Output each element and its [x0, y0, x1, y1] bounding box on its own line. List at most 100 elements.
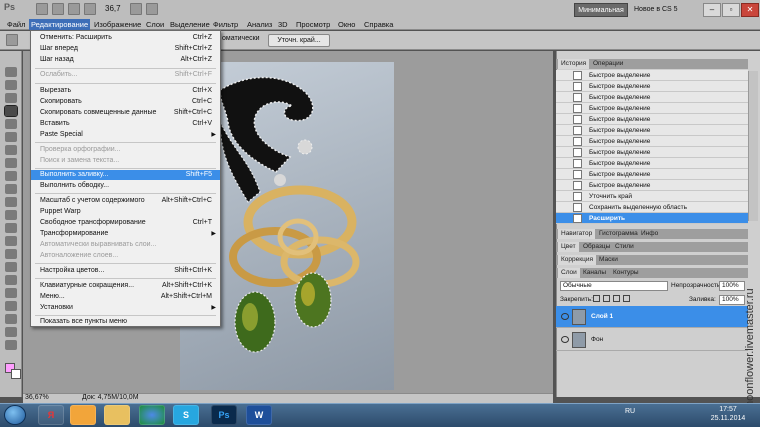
fill-input[interactable]: 100%	[719, 295, 745, 305]
menu-3d[interactable]: 3D	[276, 19, 290, 30]
menu-item-stroke[interactable]: Выполнить обводку...	[31, 181, 220, 191]
menu-item-keyboard-shortcuts[interactable]: Клавиатурные сокращения... Alt+Shift+Ctrl…	[31, 281, 220, 291]
quick-selection-preset-icon[interactable]	[6, 34, 18, 46]
shape-tool-icon[interactable]	[5, 288, 17, 298]
lock-position-icon[interactable]	[613, 295, 620, 302]
menu-item-paste[interactable]: Вставить Ctrl+V	[31, 119, 220, 129]
skype-icon[interactable]: S	[173, 405, 199, 425]
menu-item-copy-merged[interactable]: Скопировать совмещенные данные Shift+Ctrl…	[31, 108, 220, 118]
menu-item-free-transform[interactable]: Свободное трансформирование Ctrl+T	[31, 218, 220, 228]
healing-brush-tool-icon[interactable]	[5, 145, 17, 155]
menu-item-show-all-menu-items[interactable]: Показать все пункты меню	[31, 317, 220, 327]
bridge-icon[interactable]	[36, 3, 48, 15]
visibility-eye-icon[interactable]	[561, 336, 569, 343]
word-icon[interactable]: W	[246, 405, 272, 425]
quick-selection-tool-icon[interactable]	[4, 105, 18, 117]
menu-item-copy[interactable]: Скопировать Ctrl+C	[31, 97, 220, 107]
tab-actions[interactable]: Операции	[590, 59, 626, 69]
history-item[interactable]: Быстрое выделение	[556, 114, 748, 125]
layer-row[interactable]: Слой 1	[556, 306, 748, 328]
refine-edge-button[interactable]: Уточн. край...	[268, 34, 330, 47]
menu-item-undo[interactable]: Отменить: Расширить Ctrl+Z	[31, 33, 220, 43]
menu-help[interactable]: Справка	[362, 19, 395, 30]
gradient-tool-icon[interactable]	[5, 210, 17, 220]
clock-date[interactable]: 25.11.2014	[706, 415, 750, 422]
menu-item-color-settings[interactable]: Настройка цветов... Shift+Ctrl+K	[31, 266, 220, 276]
restore-button[interactable]: ▫	[722, 3, 740, 17]
status-zoom[interactable]: 36,67%	[25, 394, 49, 401]
zoom-tool-icon[interactable]	[5, 340, 17, 350]
background-color-swatch[interactable]	[11, 369, 21, 379]
lock-transparency-icon[interactable]	[593, 295, 600, 302]
eyedropper-tool-icon[interactable]	[5, 132, 17, 142]
3d-camera-tool-icon[interactable]	[5, 314, 17, 324]
blend-mode-select[interactable]: Обычные	[560, 281, 668, 291]
menu-item-preferences[interactable]: Установки ▶	[31, 303, 220, 313]
history-item[interactable]: Быстрое выделение	[556, 136, 748, 147]
blur-tool-icon[interactable]	[5, 223, 17, 233]
file-manager-icon[interactable]	[104, 405, 130, 425]
history-scrollbar[interactable]	[748, 71, 758, 221]
yandex-icon[interactable]: Я	[38, 405, 64, 425]
tab-history[interactable]: История	[558, 59, 590, 69]
menu-filter[interactable]: Фильтр	[211, 19, 240, 30]
view-extras-icon[interactable]	[68, 3, 80, 15]
tab-styles[interactable]: Стили	[612, 242, 637, 252]
tab-histogram[interactable]: Гистограмма	[596, 229, 641, 239]
menu-select[interactable]: Выделение	[168, 19, 212, 30]
brush-tool-icon[interactable]	[5, 158, 17, 168]
auto-enhance-label[interactable]: оматически	[222, 35, 260, 42]
start-button[interactable]	[4, 405, 26, 425]
minimize-button[interactable]: –	[703, 3, 721, 17]
menu-item-step-forward[interactable]: Шаг вперед Shift+Ctrl+Z	[31, 44, 220, 54]
menu-item-step-backward[interactable]: Шаг назад Alt+Ctrl+Z	[31, 55, 220, 65]
hand-tool-icon[interactable]	[5, 327, 17, 337]
eraser-tool-icon[interactable]	[5, 197, 17, 207]
history-item[interactable]: Быстрое выделение	[556, 125, 748, 136]
history-item[interactable]: Уточнить край	[556, 191, 748, 202]
menu-item-paste-special[interactable]: Paste Special ▶	[31, 130, 220, 140]
zoom-level-icon[interactable]	[84, 3, 96, 15]
pen-tool-icon[interactable]	[5, 249, 17, 259]
3d-rotate-tool-icon[interactable]	[5, 301, 17, 311]
dodge-tool-icon[interactable]	[5, 236, 17, 246]
lock-all-icon[interactable]	[623, 295, 630, 302]
path-selection-tool-icon[interactable]	[5, 275, 17, 285]
close-button[interactable]: ✕	[741, 3, 759, 17]
type-tool-icon[interactable]	[5, 262, 17, 272]
tab-layers[interactable]: Слои	[558, 268, 580, 278]
visibility-eye-icon[interactable]	[561, 313, 569, 320]
tab-navigator[interactable]: Навигатор	[558, 229, 596, 239]
whats-new-link[interactable]: Новое в CS 5	[634, 6, 678, 13]
move-tool-icon[interactable]	[5, 67, 17, 77]
history-item[interactable]: Сохранить выделенную область	[556, 202, 748, 213]
screen-mode-icon[interactable]	[146, 3, 158, 15]
lock-image-icon[interactable]	[603, 295, 610, 302]
tab-adjustments[interactable]: Коррекция	[558, 255, 596, 265]
layer-row[interactable]: Фон	[556, 329, 748, 351]
marquee-tool-icon[interactable]	[5, 80, 17, 90]
history-item[interactable]: Быстрое выделение	[556, 147, 748, 158]
clock-time[interactable]: 17:57	[706, 406, 750, 413]
lasso-tool-icon[interactable]	[5, 93, 17, 103]
menu-image[interactable]: Изображение	[92, 19, 143, 30]
history-item[interactable]: Быстрое выделение	[556, 81, 748, 92]
language-indicator[interactable]: RU	[625, 408, 635, 415]
workspace-button[interactable]: Минимальная	[574, 3, 628, 17]
explorer-icon[interactable]	[70, 405, 96, 425]
history-item[interactable]: Быстрое выделение	[556, 92, 748, 103]
tab-info[interactable]: Инфо	[638, 229, 661, 239]
history-item[interactable]: Быстрое выделение	[556, 103, 748, 114]
photoshop-taskbar-icon[interactable]: Ps	[211, 405, 237, 425]
menu-view[interactable]: Просмотр	[294, 19, 332, 30]
history-item-current[interactable]: Расширить	[556, 213, 748, 224]
mini-bridge-icon[interactable]	[52, 3, 64, 15]
menu-item-content-aware-scale[interactable]: Масштаб с учетом содержимого Alt+Shift+Ct…	[31, 196, 220, 206]
crop-tool-icon[interactable]	[5, 119, 17, 129]
menu-item-puppet-warp[interactable]: Puppet Warp	[31, 207, 220, 217]
menu-file[interactable]: Файл	[5, 19, 27, 30]
tab-channels[interactable]: Каналы	[580, 268, 609, 278]
arrange-documents-icon[interactable]	[130, 3, 142, 15]
menu-item-menus[interactable]: Меню... Alt+Shift+Ctrl+M	[31, 292, 220, 302]
history-brush-tool-icon[interactable]	[5, 184, 17, 194]
